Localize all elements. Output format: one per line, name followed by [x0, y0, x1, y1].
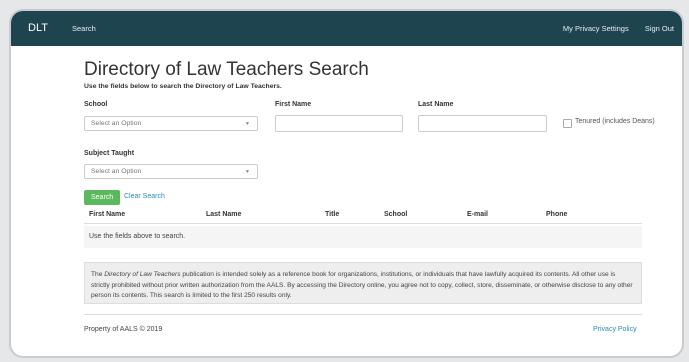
table-empty-row: Use the fields above to search. [84, 226, 642, 248]
column-header-email: E-mail [467, 211, 489, 218]
tenured-label: Tenured (includes Deans) [575, 118, 655, 125]
navbar: DLT Search My Privacy Settings Sign Out [11, 11, 682, 46]
subject-select-value: Select an Option [91, 168, 142, 175]
subject-label: Subject Taught [84, 150, 135, 157]
privacy-policy-link[interactable]: Privacy Policy [593, 326, 637, 333]
column-header-phone: Phone [546, 211, 568, 218]
subject-select[interactable]: Select an Option ▼ [84, 164, 258, 179]
last-name-input[interactable] [418, 115, 547, 132]
table-divider [84, 223, 642, 224]
main-content: Directory of Law Teachers Search Use the… [84, 59, 654, 90]
copyright: Property of AALS © 2019 [84, 326, 163, 333]
notice-text-pre: The [91, 271, 105, 278]
footer-divider [84, 314, 642, 315]
page-subtitle: Use the fields below to search the Direc… [84, 83, 282, 90]
page-title: Directory of Law Teachers Search [84, 59, 369, 80]
chevron-down-icon: ▼ [245, 121, 250, 127]
search-button[interactable]: Search [84, 190, 121, 205]
brand-logo[interactable]: DLT [28, 22, 48, 34]
column-header-first-name: First Name [89, 211, 126, 218]
column-header-last-name: Last Name [206, 211, 242, 218]
last-name-label: Last Name [418, 101, 454, 108]
nav-search-link[interactable]: Search [72, 24, 96, 33]
school-select-value: Select an Option [91, 120, 142, 127]
column-header-school: School [384, 211, 408, 218]
privacy-settings-link[interactable]: My Privacy Settings [563, 24, 629, 33]
chevron-down-icon: ▼ [245, 169, 250, 175]
browser-frame: DLT Search My Privacy Settings Sign Out … [9, 9, 684, 358]
sign-out-link[interactable]: Sign Out [645, 24, 674, 33]
column-header-title: Title [325, 211, 340, 218]
first-name-label: First Name [275, 101, 312, 108]
first-name-input[interactable] [275, 115, 403, 132]
notice-publication-name: Directory of Law Teachers [104, 271, 181, 278]
notice-box: The Directory of Law Teachers publicatio… [84, 262, 642, 304]
clear-search-link[interactable]: Clear Search [124, 193, 165, 200]
nav-right: My Privacy Settings Sign Out [549, 24, 674, 33]
tenured-checkbox[interactable] [563, 119, 572, 128]
school-select[interactable]: Select an Option ▼ [84, 116, 258, 131]
school-label: School [84, 101, 108, 108]
